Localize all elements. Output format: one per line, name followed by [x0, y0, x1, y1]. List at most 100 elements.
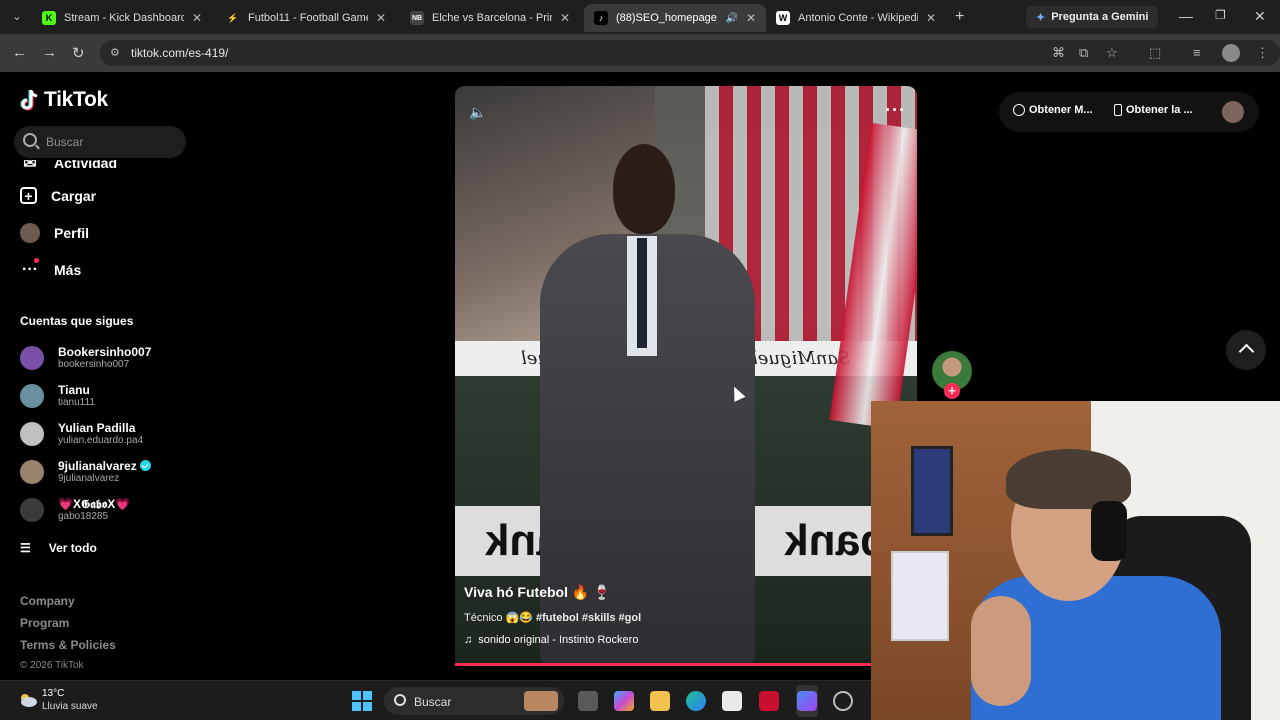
video-progress-bar[interactable]	[455, 663, 917, 666]
coach-head	[613, 144, 675, 234]
footer-link-terms[interactable]: Terms & Policies	[20, 638, 116, 652]
avatar	[20, 422, 44, 446]
speaker-icon[interactable]: 🔊	[725, 13, 737, 24]
restore-icon[interactable]: ❐	[1215, 8, 1226, 22]
mcafee-icon[interactable]	[759, 691, 779, 711]
video-player[interactable]: SanMiguel SanMiguel bank bank 🔈 ··· Viva…	[455, 86, 917, 666]
get-app-button[interactable]: Obtener la ...	[1114, 104, 1193, 116]
video-progress-fill	[455, 663, 899, 666]
new-tab-button[interactable]: +	[955, 8, 964, 26]
browser-profile-avatar[interactable]	[1222, 44, 1240, 62]
list-icon: ☰	[20, 541, 31, 555]
tab-search-chevron-icon[interactable]: ⌄	[8, 8, 26, 26]
store-icon[interactable]	[722, 691, 742, 711]
previous-video-button[interactable]	[1226, 330, 1266, 370]
task-view-icon[interactable]	[578, 691, 598, 711]
see-all-label: Ver todo	[48, 541, 97, 555]
bookmark-star-icon[interactable]: ☆	[1106, 45, 1118, 61]
ball-app-icon[interactable]	[833, 691, 853, 711]
tab-label: Elche vs Barcelona - Primera	[432, 12, 552, 24]
close-icon[interactable]: ✕	[746, 11, 756, 25]
profile-avatar	[20, 223, 40, 243]
following-account[interactable]: Yulian Padilla yulian.eduardo.pa4	[20, 421, 143, 447]
close-icon[interactable]: ✕	[192, 11, 202, 25]
footer-link-program[interactable]: Program	[20, 616, 69, 630]
following-account[interactable]: Tianu tianu111	[20, 383, 95, 409]
window-close-icon[interactable]: ✕	[1254, 8, 1266, 25]
activity-icon: ✉	[23, 160, 37, 170]
media-controls-icon[interactable]: ≡	[1193, 45, 1201, 60]
video-sound[interactable]: sonido original - Instinto Rockero	[478, 634, 638, 646]
more-options-icon[interactable]: ···	[885, 100, 906, 121]
search-input[interactable]	[46, 133, 176, 151]
footer-link-company[interactable]: Company	[20, 594, 75, 608]
close-icon[interactable]: ✕	[926, 11, 936, 25]
avatar	[20, 460, 44, 484]
account-handle: 9julianalvarez	[58, 473, 120, 484]
following-account[interactable]: 9julianalvarez 9julianalvarez	[20, 459, 151, 485]
video-author[interactable]: Viva hó Futebol	[464, 584, 568, 600]
nav-clip: ✉ Actividad	[0, 160, 200, 170]
translate-icon[interactable]: ⌘	[1052, 45, 1065, 61]
tab-elche-barcelona[interactable]: NB Elche vs Barcelona - Primera ✕	[400, 4, 580, 32]
tiktok-icon: ♪	[594, 11, 608, 25]
more-dots-icon: ···	[20, 258, 40, 280]
site-settings-icon[interactable]: ⚙	[110, 46, 120, 59]
minimize-icon[interactable]: —	[1179, 8, 1193, 24]
browser-tab-bar: ⌄ K Stream - Kick Dashboard ✕ ⚡ Futbol11…	[0, 0, 1280, 34]
tab-tiktok[interactable]: ♪ (88)SEO_homepage_title 🔊 ✕	[584, 4, 766, 32]
search-icon	[23, 133, 37, 147]
account-handle: gabo18285	[58, 511, 109, 522]
get-coins-label: Obtener M...	[1029, 104, 1093, 116]
close-icon[interactable]: ✕	[560, 11, 570, 25]
weather-description: Lluvia suave	[42, 701, 98, 712]
volume-icon[interactable]: 🔈	[469, 104, 486, 121]
file-explorer-icon[interactable]	[650, 691, 670, 711]
get-coins-button[interactable]: Obtener M...	[1013, 104, 1093, 116]
nav-label: Actividad	[54, 160, 118, 170]
nav-item-perfil[interactable]: Perfil	[20, 223, 89, 243]
chrome-app-icon[interactable]	[797, 691, 817, 711]
close-icon[interactable]: ✕	[376, 11, 386, 25]
tab-futbol11[interactable]: ⚡ Futbol11 - Football Games Ga ✕	[216, 4, 396, 32]
following-account[interactable]: Bookersinho007 bookersinho007	[20, 345, 151, 371]
tab-wikipedia[interactable]: W Antonio Conte - Wikipedia, ✕	[766, 4, 946, 32]
phone-icon	[1114, 104, 1122, 116]
tab-label: (88)SEO_homepage_title	[616, 12, 717, 24]
follow-plus-icon[interactable]: +	[944, 383, 960, 399]
browser-menu-icon[interactable]: ⋮	[1256, 45, 1269, 61]
install-app-icon[interactable]: ⧉	[1079, 45, 1088, 61]
address-bar[interactable]: ⚙ tiktok.com/es-419/	[100, 40, 1280, 66]
forward-arrow-icon[interactable]: →	[42, 44, 57, 61]
streamer-webcam	[871, 401, 1280, 720]
copilot-icon[interactable]	[614, 691, 634, 711]
webcam-hair	[1006, 449, 1131, 509]
edge-icon[interactable]	[686, 691, 706, 711]
tiktok-logo[interactable]: TikTok	[20, 88, 108, 112]
following-title: Cuentas que sigues	[20, 314, 134, 328]
nav-item-mas[interactable]: ··· Más	[20, 258, 81, 280]
following-account[interactable]: 💗X𝕲𝖆𝖇𝖔X💗 gabo18285	[20, 497, 130, 523]
video-caption: Viva hó Futebol 🔥 🍷 Técnico 😱😂 #futebol …	[464, 584, 884, 646]
tiktok-search[interactable]	[14, 126, 186, 158]
account-name: 💗X𝕲𝖆𝖇𝖔X💗	[58, 497, 131, 511]
reload-icon[interactable]: ↻	[72, 44, 85, 62]
windows-start-icon[interactable]	[352, 691, 372, 711]
extensions-icon[interactable]: ⬚	[1149, 45, 1161, 61]
tab-kick[interactable]: K Stream - Kick Dashboard ✕	[32, 4, 212, 32]
gemini-button[interactable]: ✦ Pregunta a Gemini	[1026, 6, 1159, 28]
weather-cloud-icon[interactable]	[18, 691, 38, 709]
windows-taskbar: 13°C Lluvia suave Buscar	[0, 680, 871, 720]
nav-item-actividad[interactable]: ✉ Actividad	[20, 160, 117, 170]
futbol11-icon: ⚡	[227, 12, 239, 23]
taskbar-search[interactable]: Buscar	[384, 687, 564, 715]
nav-item-cargar[interactable]: + Cargar	[20, 187, 96, 204]
user-avatar[interactable]	[1222, 101, 1244, 123]
avatar	[20, 346, 44, 370]
gemini-icon: ✦	[1036, 11, 1046, 24]
kick-icon: K	[42, 11, 56, 25]
back-arrow-icon[interactable]: ←	[12, 44, 27, 61]
music-note-icon: ♫	[464, 634, 473, 646]
see-all-button[interactable]: ☰ Ver todo	[20, 541, 97, 555]
video-hashtags[interactable]: #futebol #skills #gol	[536, 612, 641, 624]
